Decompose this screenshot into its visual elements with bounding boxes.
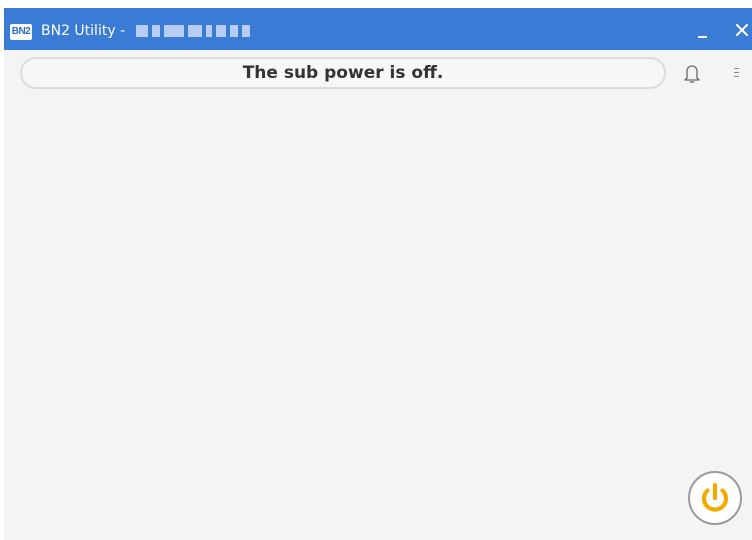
bell-icon — [684, 65, 700, 83]
power-button[interactable] — [687, 470, 743, 526]
status-banner: The sub power is off. — [20, 57, 666, 89]
redacted-device-id — [136, 25, 250, 37]
title-bar[interactable]: BN2 BN2 Utility - — [4, 8, 752, 50]
close-button[interactable] — [732, 20, 752, 40]
minimize-button[interactable] — [692, 20, 712, 40]
menu-button[interactable] — [730, 64, 742, 82]
bn2-logo-icon: BN2 — [10, 24, 32, 40]
close-icon — [736, 24, 748, 36]
minimize-icon — [698, 36, 707, 38]
notifications-button[interactable] — [682, 62, 702, 86]
window-title: BN2 Utility - — [41, 23, 126, 39]
status-message: The sub power is off. — [242, 63, 444, 83]
power-icon — [688, 471, 742, 525]
app-window: BN2 BN2 Utility - The sub power is off. — [4, 8, 752, 540]
